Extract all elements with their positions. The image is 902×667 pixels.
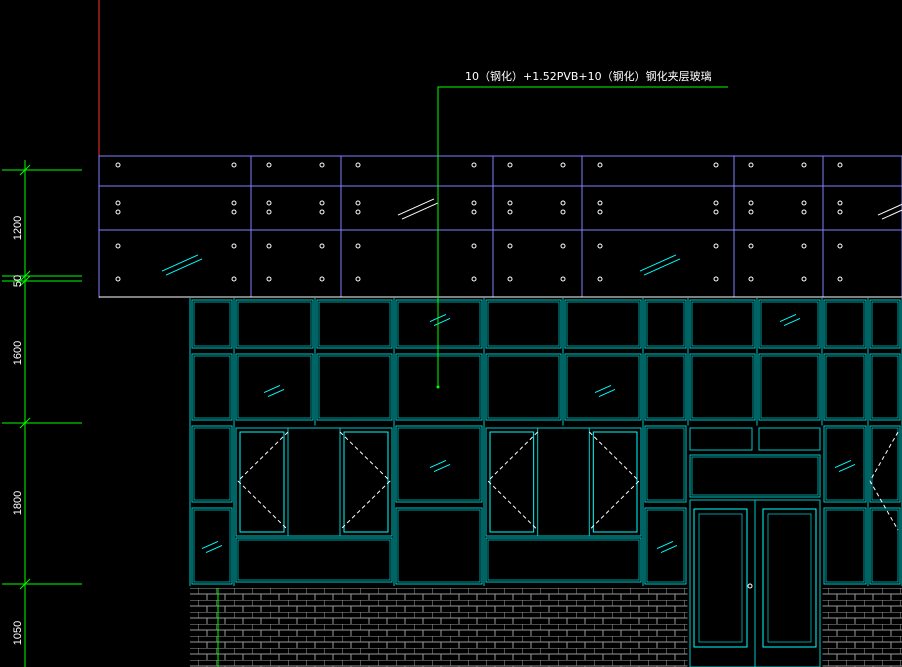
- brick-base-left: [190, 588, 688, 667]
- window-group-bg: [484, 425, 643, 587]
- glass-spec-annotation: 10（钢化）+1.52PVB+10（钢化）钢化夹层玻璃: [465, 69, 712, 83]
- dimension-text-1050: 1050: [12, 621, 24, 645]
- dimension-text-1200: 1200: [12, 216, 24, 240]
- window-group-bg: [234, 425, 394, 587]
- leader-dot: [436, 385, 440, 389]
- dimension-text-1800: 1800: [12, 491, 24, 515]
- cad-elevation-drawing: 10（钢化）+1.52PVB+10（钢化）钢化夹层玻璃 1200 50 1600…: [0, 0, 902, 667]
- dimension-text-50: 50: [12, 275, 24, 287]
- brick-base-right: [822, 588, 902, 667]
- dimension-text-1600: 1600: [12, 341, 24, 365]
